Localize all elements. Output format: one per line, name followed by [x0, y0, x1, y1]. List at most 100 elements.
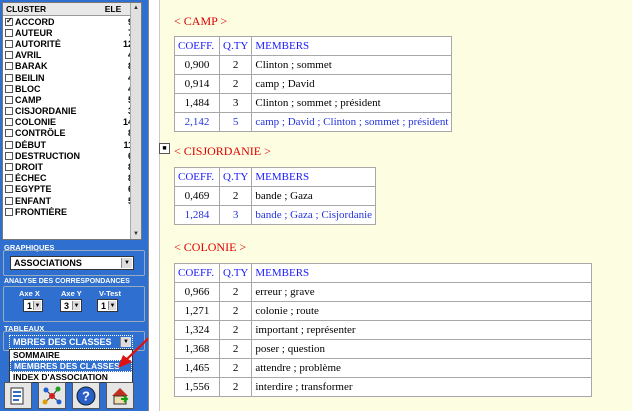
- cluster-ele-count: 9: [95, 17, 133, 27]
- scroll-down-icon[interactable]: ▼: [131, 229, 141, 239]
- qty-cell: 2: [218, 282, 253, 302]
- checkbox[interactable]: [5, 140, 13, 149]
- list-item[interactable]: ENFANT 5: [3, 195, 141, 206]
- coeff-cell: 1,465: [174, 358, 220, 378]
- checkbox[interactable]: [5, 51, 13, 60]
- home-exit-button[interactable]: [106, 382, 134, 409]
- vtest-label: V-Test: [99, 289, 121, 298]
- checkbox[interactable]: [5, 16, 13, 26]
- checkbox[interactable]: [5, 73, 13, 82]
- vtest-value: 1: [101, 300, 107, 311]
- list-item[interactable]: DÉBUT 11: [3, 139, 141, 150]
- axe-x-value: 1: [27, 300, 33, 311]
- coeff-cell: 1,284: [174, 205, 220, 225]
- list-item[interactable]: BEILIN 4: [3, 72, 141, 83]
- members-cell: Clinton ; sommet: [251, 55, 453, 75]
- qty-cell: 3: [218, 93, 253, 113]
- cluster-name: CISJORDANIE: [15, 106, 77, 117]
- list-item[interactable]: CISJORDANIE 3: [3, 106, 141, 117]
- axe-y-label: Axe Y: [61, 289, 82, 298]
- checkbox[interactable]: [5, 62, 13, 71]
- axe-y-value: 3: [64, 300, 70, 311]
- members-cell: erreur ; grave: [251, 282, 592, 302]
- list-item[interactable]: BARAK 8: [3, 61, 141, 72]
- coeff-cell: 1,324: [174, 320, 220, 340]
- qty-cell: 2: [218, 377, 253, 397]
- list-item[interactable]: CONTRÔLE 8: [3, 128, 141, 139]
- scroll-up-icon[interactable]: ▲: [131, 3, 141, 13]
- cluster-ele-count: 6: [95, 151, 133, 161]
- list-item[interactable]: AVRIL 4: [3, 50, 141, 61]
- home-exit-icon: [112, 387, 129, 404]
- axe-x-select[interactable]: 1 ▼: [23, 299, 43, 312]
- cluster-name: BEILIN: [15, 72, 45, 83]
- cluster-name: EGYPTE: [15, 184, 52, 195]
- qty-cell: 2: [218, 55, 253, 75]
- members-cell: camp ; David ; Clinton ; sommet ; présid…: [251, 112, 453, 132]
- cluster-list[interactable]: CLUSTER ELE ACCORD9AUTEUR7AUTORITÉ12AVRI…: [2, 2, 142, 240]
- checkbox[interactable]: [5, 39, 13, 48]
- splitter-bar[interactable]: [148, 0, 160, 411]
- help-button[interactable]: ?: [72, 382, 100, 409]
- list-item[interactable]: DROIT 8: [3, 161, 141, 172]
- list-item[interactable]: ACCORD 9: [3, 16, 141, 27]
- chevron-down-icon[interactable]: ▼: [33, 301, 41, 310]
- cluster-ele-count: 12: [122, 38, 133, 49]
- network-button[interactable]: [38, 382, 66, 409]
- checkbox[interactable]: [5, 28, 13, 37]
- cluster-name: CONTRÔLE: [15, 128, 66, 139]
- checkbox[interactable]: [5, 95, 13, 104]
- list-item[interactable]: AUTORITÉ 12: [3, 38, 141, 49]
- cluster-name: DÉBUT: [15, 139, 46, 150]
- list-item[interactable]: ÉCHEC 8: [3, 173, 141, 184]
- checkbox[interactable]: [5, 118, 13, 127]
- cluster-list-scrollbar[interactable]: ▲ ▼: [130, 3, 141, 239]
- checkbox[interactable]: [5, 196, 13, 205]
- cluster-name: FRONTIÈRE: [15, 206, 68, 217]
- section-title-camp: < CAMP >: [174, 14, 228, 28]
- vtest-select[interactable]: 1 ▼: [97, 299, 118, 312]
- cluster-ele-count: 4: [95, 84, 133, 94]
- cluster-ele-count: 8: [95, 162, 133, 172]
- column-header-cluster[interactable]: CLUSTER: [3, 3, 98, 15]
- checkbox[interactable]: [5, 174, 13, 183]
- coeff-cell: 1,484: [174, 93, 220, 113]
- report-button[interactable]: [4, 382, 32, 409]
- qty-cell: 2: [218, 320, 253, 340]
- list-item[interactable]: FRONTIÈRE: [3, 206, 141, 217]
- chevron-down-icon[interactable]: ▼: [108, 301, 116, 310]
- axe-y-select[interactable]: 3 ▼: [60, 299, 82, 312]
- chevron-down-icon[interactable]: ▼: [72, 301, 80, 310]
- section-title-cisjordanie: < CISJORDANIE >: [174, 144, 271, 158]
- list-item[interactable]: DESTRUCTION 6: [3, 150, 141, 161]
- page-edge: [592, 258, 632, 411]
- column-header-qty: Q.TY: [218, 167, 253, 187]
- checkbox[interactable]: [5, 129, 13, 138]
- cluster-name: CAMP: [15, 94, 42, 105]
- list-item[interactable]: EGYPTE 6: [3, 184, 141, 195]
- coeff-cell: 2,142: [174, 112, 220, 132]
- members-cell: attendre ; problème: [251, 358, 592, 378]
- table-row: 0,966 2 erreur ; grave: [174, 282, 592, 302]
- list-item[interactable]: COLONIE 14: [3, 117, 141, 128]
- list-item[interactable]: BLOC 4: [3, 83, 141, 94]
- list-item[interactable]: CAMP 5: [3, 94, 141, 105]
- checkbox[interactable]: [5, 107, 13, 116]
- checkbox[interactable]: [5, 151, 13, 160]
- chevron-down-icon[interactable]: ▼: [121, 258, 132, 268]
- column-header-members: MEMBERS: [251, 263, 592, 283]
- list-item[interactable]: AUTEUR 7: [3, 27, 141, 38]
- checkbox[interactable]: [5, 207, 13, 216]
- checkbox[interactable]: [5, 163, 13, 172]
- cluster-name: AUTEUR: [15, 27, 53, 38]
- network-icon: [42, 386, 62, 404]
- graphiques-select[interactable]: ASSOCIATIONS ▼: [10, 256, 134, 270]
- checkbox[interactable]: [5, 185, 13, 194]
- qty-cell: 2: [218, 301, 253, 321]
- column-header-qty: Q.TY: [218, 36, 253, 56]
- checkbox[interactable]: [5, 84, 13, 93]
- column-header-ele[interactable]: ELE: [98, 3, 128, 15]
- dropdown-option-index-association[interactable]: INDEX D'ASSOCIATION: [10, 372, 132, 382]
- cluster-name: DROIT: [15, 162, 43, 173]
- table-row: 1,324 2 important ; représenter: [174, 320, 592, 340]
